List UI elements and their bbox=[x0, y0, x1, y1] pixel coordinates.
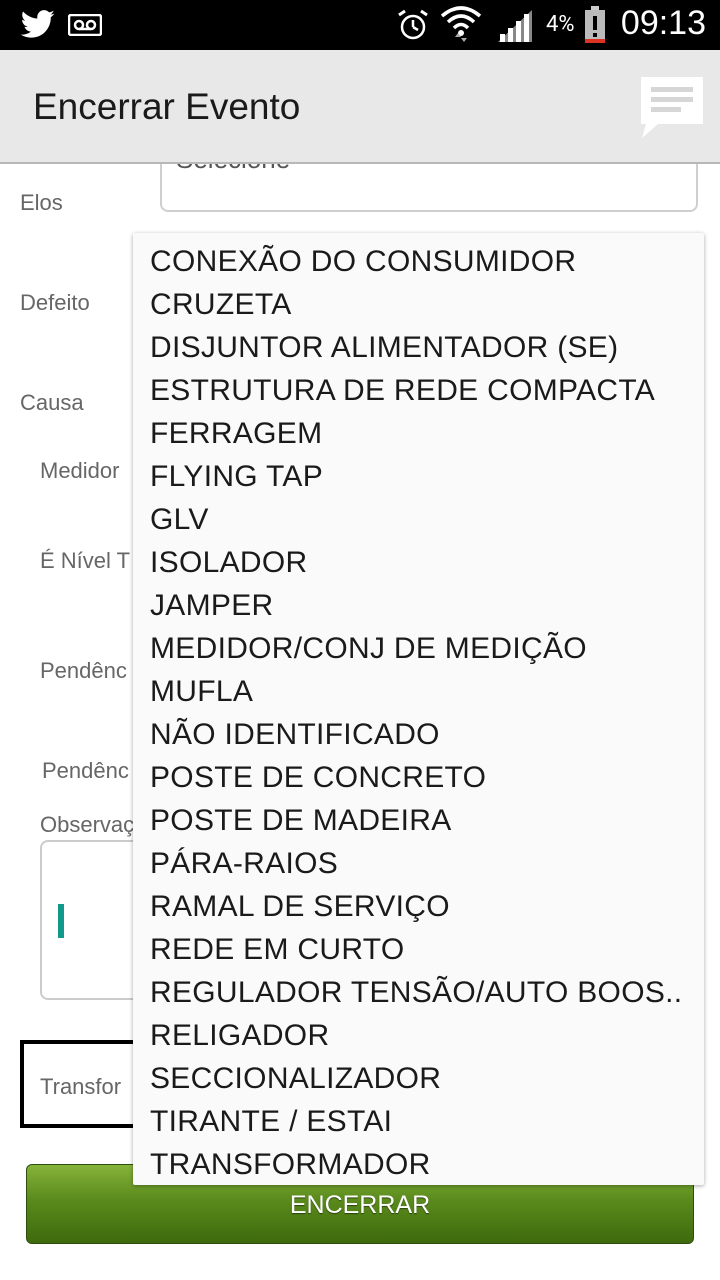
battery-icon bbox=[585, 6, 605, 43]
status-bar: 4% 09:13 bbox=[0, 0, 720, 50]
dropdown-option[interactable]: PÁRA-RAIOS bbox=[133, 842, 704, 885]
label-pendencia-2: Pendênc bbox=[42, 758, 129, 783]
label-observacao: Observaç bbox=[40, 812, 135, 837]
dropdown-option[interactable]: TIRANTE / ESTAI bbox=[133, 1100, 704, 1143]
dropdown-option[interactable]: CRUZETA bbox=[133, 283, 704, 326]
dropdown-option[interactable]: ESTRUTURA DE REDE COMPACTA bbox=[133, 369, 704, 412]
dropdown-option[interactable]: CONEXÃO DO CONSUMIDOR bbox=[133, 240, 704, 283]
dropdown-option[interactable]: POSTE DE MADEIRA bbox=[133, 799, 704, 842]
dropdown-option[interactable]: POSTE DE CONCRETO bbox=[133, 756, 704, 799]
label-nivel: É Nível T bbox=[40, 548, 131, 573]
dropdown-option[interactable]: SECCIONALIZADOR bbox=[133, 1057, 704, 1100]
label-transformador: Transfor bbox=[40, 1074, 122, 1099]
label-elos: Elos bbox=[20, 190, 63, 215]
dropdown-option[interactable]: REGULADOR TENSÃO/AUTO BOOS.. bbox=[133, 971, 704, 1014]
signal-icon bbox=[498, 10, 532, 42]
twitter-icon bbox=[20, 10, 55, 38]
dropdown-option[interactable]: REDE EM CURTO bbox=[133, 928, 704, 971]
dropdown-option[interactable]: TRANSFORMADOR bbox=[133, 1143, 704, 1185]
dropdown-option[interactable]: DISJUNTOR ALIMENTADOR (SE) bbox=[133, 326, 704, 369]
dropdown-option[interactable]: ISOLADOR bbox=[133, 541, 704, 584]
dropdown-option[interactable]: MEDIDOR/CONJ DE MEDIÇÃO bbox=[133, 627, 704, 670]
elos-select-value: Selecione bbox=[176, 164, 290, 175]
dropdown-option[interactable]: FLYING TAP bbox=[133, 455, 704, 498]
app-bar: Encerrar Evento bbox=[0, 50, 720, 164]
dropdown-option[interactable]: MUFLA bbox=[133, 670, 704, 713]
dropdown-options: CONEXÃO DO CONSUMIDOR CRUZETA DISJUNTOR … bbox=[133, 233, 704, 1185]
clock: 09:13 bbox=[620, 4, 706, 42]
label-causa: Causa bbox=[20, 390, 84, 415]
alarm-icon bbox=[398, 9, 428, 40]
elos-select[interactable]: Selecione bbox=[160, 164, 698, 212]
dropdown-option[interactable]: FERRAGEM bbox=[133, 412, 704, 455]
voicemail-icon bbox=[68, 14, 102, 36]
page-title: Encerrar Evento bbox=[33, 86, 301, 127]
chat-icon[interactable] bbox=[638, 74, 706, 140]
battery-percent: 4% bbox=[546, 12, 575, 37]
label-medidor: Medidor bbox=[40, 458, 120, 483]
wifi-icon bbox=[440, 6, 482, 42]
causa-dropdown[interactable]: CONEXÃO DO CONSUMIDOR CRUZETA DISJUNTOR … bbox=[133, 233, 704, 1185]
label-pendencia-1: Pendênc bbox=[40, 658, 127, 683]
dropdown-option[interactable]: RELIGADOR bbox=[133, 1014, 704, 1057]
dropdown-option[interactable]: NÃO IDENTIFICADO bbox=[133, 713, 704, 756]
text-cursor bbox=[58, 904, 64, 938]
dropdown-option[interactable]: JAMPER bbox=[133, 584, 704, 627]
dropdown-option[interactable]: RAMAL DE SERVIÇO bbox=[133, 885, 704, 928]
dropdown-option[interactable]: GLV bbox=[133, 498, 704, 541]
label-defeito: Defeito bbox=[20, 290, 90, 315]
